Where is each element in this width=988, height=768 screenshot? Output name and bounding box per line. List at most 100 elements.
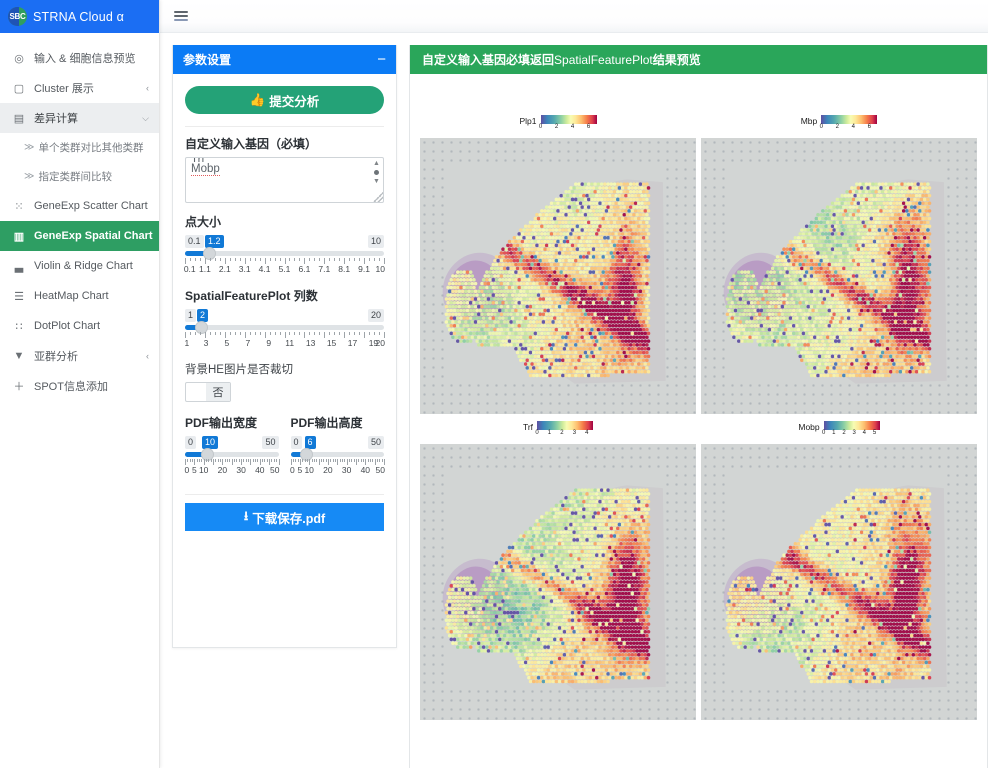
- parameter-panel-title: 参数设置: [183, 53, 232, 67]
- dots-grid-icon: ∷: [15, 320, 23, 333]
- monitor-icon: ▢: [13, 82, 25, 95]
- scroll-thumb[interactable]: [374, 170, 379, 175]
- ncol-track[interactable]: [185, 321, 384, 334]
- sidebar-subitem-one-vs-rest[interactable]: ≫ 单个类群对比其他类群: [0, 133, 159, 162]
- point-size-slider-block: 点大小 0.1 1.2 10 0.1 1.1 2.1 3.1 4.1 5.1 6.1 7.1 8…: [184, 213, 385, 275]
- slider-tick-label: 15: [326, 338, 337, 348]
- chevron-icon: ‹: [146, 351, 149, 361]
- gene-input-label: 自定义输入基因（必填）: [185, 137, 318, 151]
- ncol-caps: 1 2 20: [185, 309, 384, 322]
- chevrons-icon: ≫: [24, 142, 35, 153]
- submit-analysis-button[interactable]: 👍 提交分析: [185, 86, 384, 114]
- legend-gradient: [537, 421, 594, 430]
- legend-tick-label: 2: [554, 124, 559, 130]
- app-root: SBC STRNA Cloud α ◎ 输入 & 细胞信息预览 ▢ Cluster 展…: [0, 0, 988, 768]
- grid-icon: ☰: [14, 290, 24, 303]
- sidebar-item-geneexp-scatter-chart[interactable]: ⁙ GeneExp Scatter Chart: [0, 191, 159, 221]
- spatial-plot-panel: Plp1 0 2 4 6: [420, 108, 696, 414]
- slider-tick-label: 10: [375, 264, 385, 274]
- spatial-tissue-image: [701, 444, 977, 720]
- sidebar-item-input-cell-info[interactable]: ◎ 输入 & 细胞信息预览: [0, 43, 159, 73]
- slider-tick-label: 50: [269, 465, 280, 475]
- pdf-height-tick-labels: 0 5 10 20 30 40 50: [290, 465, 385, 476]
- sidebar-item-heatmap-chart[interactable]: ☰ HeatMap Chart: [0, 281, 159, 311]
- sidebar-item-dotplot-chart[interactable]: ∷ DotPlot Chart: [0, 311, 159, 341]
- results-title-en: SpatialFeaturePlot: [554, 52, 653, 67]
- scroll-up-icon[interactable]: ▲: [373, 160, 380, 167]
- slider-tick-label: 40: [360, 465, 371, 475]
- sidebar-item-label: GeneExp Scatter Chart: [34, 200, 148, 212]
- slider-tick-label: 7.1: [318, 264, 331, 274]
- scroll-down-icon[interactable]: ▼: [373, 178, 380, 185]
- pdf-width-min-cap: 0: [185, 436, 197, 449]
- slider-tick-label: 1.1: [198, 264, 211, 274]
- pdf-width-track[interactable]: [185, 448, 279, 461]
- sidebar-item-label: Violin & Ridge Chart: [34, 260, 133, 272]
- crop-label: 背景HE图片是否裁切: [185, 364, 293, 376]
- legend-gradient: [540, 115, 597, 124]
- slider-tick-label: 20: [375, 338, 385, 348]
- sidebar-item-cluster-display[interactable]: ▢ Cluster 展示 ‹: [0, 73, 159, 103]
- legend-gene-label: Mbp: [800, 116, 818, 126]
- results-title-cn-1: 自定义输入基因必填返回: [422, 53, 555, 67]
- legend-tick-label: 0: [535, 430, 539, 436]
- sidebar-item-subcluster-analysis[interactable]: ▼ 亚群分析 ‹: [0, 341, 159, 371]
- point-size-label: 点大小: [185, 215, 222, 229]
- slider-tick-label: 13: [305, 338, 316, 348]
- pdf-width-max-cap: 50: [262, 436, 279, 449]
- parameter-panel-header: 参数设置 −: [173, 45, 396, 74]
- textarea-resize-handle[interactable]: [373, 192, 383, 202]
- legend-colorbar: 0 2 4 6: [539, 115, 597, 134]
- legend-tick-label: 4: [585, 430, 589, 436]
- slider-tick-label: 5: [191, 465, 197, 475]
- sidebar-item-geneexp-spatial-chart[interactable]: ▥ GeneExp Spatial Chart: [0, 221, 159, 251]
- results-panel: 自定义输入基因必填返回 SpatialFeaturePlot 结果预览 Plp1 0…: [409, 45, 988, 768]
- sidebar-item-label: Cluster 展示: [34, 83, 94, 95]
- slider-tick-label: 0: [290, 465, 295, 475]
- spatial-tissue-image: [420, 138, 696, 414]
- slider-tick-label: 2.1: [218, 264, 231, 274]
- hamburger-icon[interactable]: [174, 9, 188, 23]
- sidebar-item-diff-calc[interactable]: ▤ 差异计算 ⌵: [0, 103, 159, 133]
- spatial-plot-panel: Mobp 0 1 2 3 4 5: [701, 414, 977, 720]
- gene-input-textarea[interactable]: Trf Mobp ▲ ▼: [185, 157, 384, 203]
- slider-tick-label: 1: [184, 338, 190, 348]
- plot-legend: Trf 0 1 2 3 4: [420, 414, 696, 440]
- results-panel-header: 自定义输入基因必填返回 SpatialFeaturePlot 结果预览: [410, 45, 987, 74]
- main-area: 参数设置 − 👍 提交分析 自定义输入基因（必填） Trf Mobp ▲: [160, 0, 988, 768]
- sidebar-item-label: 输入 & 细胞信息预览: [34, 53, 136, 65]
- ncol-label: SpatialFeaturePlot 列数: [185, 289, 318, 303]
- sidebar-item-label: 差异计算: [34, 113, 78, 125]
- pdf-height-label: PDF输出高度: [290, 416, 363, 430]
- divider: [185, 126, 384, 127]
- sidebar-item-label: 亚群分析: [34, 351, 78, 363]
- legend-tick-label: 6: [586, 124, 591, 130]
- spatial-plot-panel: Mbp 0 2 4 6: [701, 108, 977, 414]
- legend-tick-label: 4: [570, 124, 575, 130]
- legend-colorbar: 0 2 4 6: [820, 115, 878, 134]
- sidebar-item-violin-ridge-chart[interactable]: ▃ Violin & Ridge Chart: [0, 251, 159, 281]
- brand-title: STRNA Cloud α: [33, 9, 125, 24]
- download-pdf-button[interactable]: ⭳ 下载保存.pdf: [185, 503, 384, 531]
- sidebar-item-spot-info-add[interactable]: ＋ SPOT信息添加: [0, 371, 159, 401]
- point-size-caps: 0.1 1.2 10: [185, 235, 384, 248]
- topbar: [160, 0, 988, 33]
- plus-icon: ＋: [13, 381, 25, 393]
- minimize-icon[interactable]: −: [377, 52, 386, 67]
- legend-colorbar: 0 1 2 3 4: [535, 421, 594, 440]
- point-size-track[interactable]: [185, 247, 384, 260]
- legend-tick-label: 5: [872, 430, 877, 436]
- ncol-tick-labels: 1 3 5 7 9 11 13 15 17 19 20: [184, 338, 385, 349]
- point-size-max-cap: 10: [367, 235, 384, 248]
- slider-tick-label: 8.1: [338, 264, 351, 274]
- brand-header[interactable]: SBC STRNA Cloud α: [0, 0, 159, 33]
- download-icon: ⭳: [243, 508, 249, 523]
- download-pdf-label: 下载保存.pdf: [252, 511, 326, 526]
- pdf-height-track[interactable]: [290, 448, 384, 461]
- parameter-panel-body: 👍 提交分析 自定义输入基因（必填） Trf Mobp ▲ ▼: [173, 74, 396, 531]
- sidebar-subitem-between-clusters[interactable]: ≫ 指定类群间比较: [0, 162, 159, 191]
- pdf-height-caps: 0 6 50: [290, 436, 384, 449]
- crop-toggle[interactable]: 否: [185, 382, 231, 402]
- legend-colorbar: 012345: [822, 421, 880, 440]
- legend-gene-label: Trf: [522, 422, 534, 432]
